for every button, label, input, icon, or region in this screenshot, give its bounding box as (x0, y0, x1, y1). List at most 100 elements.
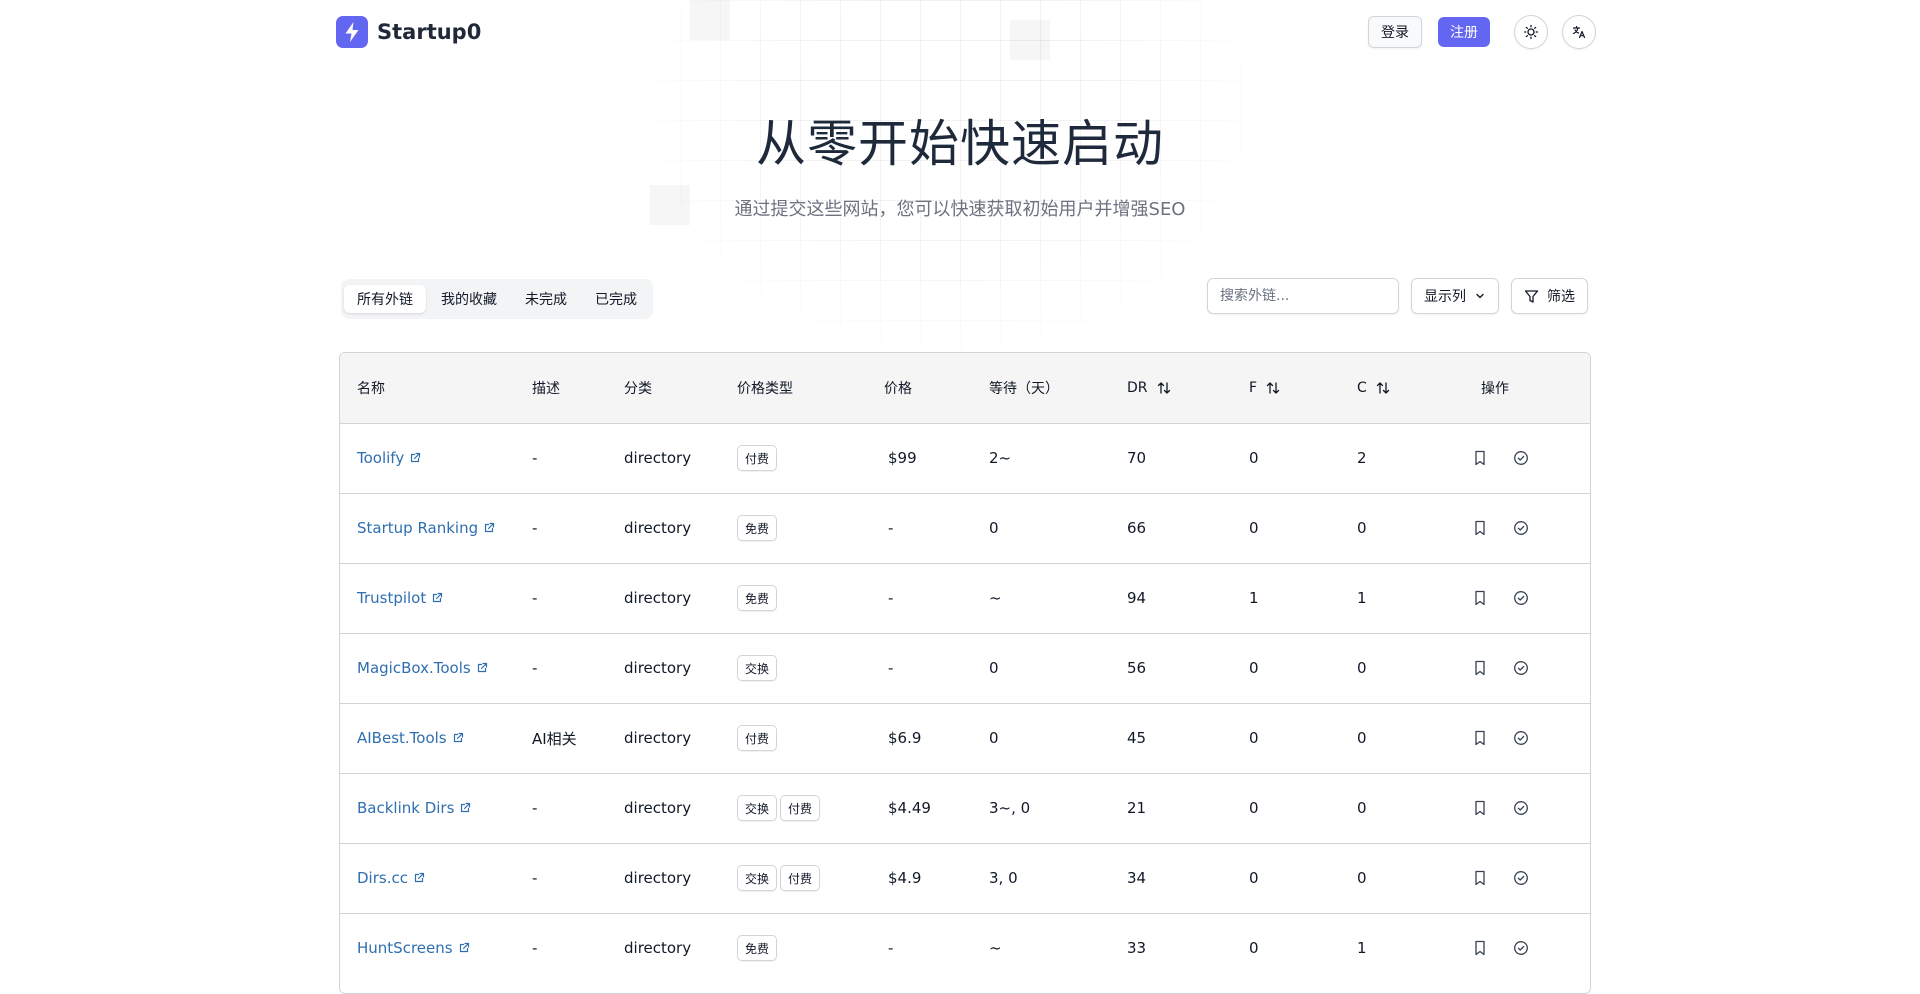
site-link[interactable]: AIBest.Tools (357, 729, 464, 747)
tab-all-links[interactable]: 所有外链 (344, 285, 426, 313)
cell-price-type: 交换 (737, 633, 884, 703)
site-link[interactable]: HuntScreens (357, 939, 470, 957)
brand[interactable]: Startup0 (336, 16, 481, 48)
cell-desc: - (532, 799, 538, 817)
cell-wait: 0 (989, 729, 999, 747)
bookmark-icon[interactable] (1473, 520, 1487, 536)
cell-desc: - (532, 449, 538, 467)
cell-f: 0 (1249, 939, 1259, 958)
tab-completed[interactable]: 已完成 (582, 285, 650, 313)
price-type-badge: 免费 (737, 585, 778, 611)
price-type-badge: 付费 (780, 865, 821, 891)
filter-button[interactable]: 筛选 (1511, 278, 1588, 314)
hero-title: 从零开始快速启动 (756, 115, 1164, 173)
register-button[interactable]: 注册 (1438, 17, 1490, 47)
site-link[interactable]: Backlink Dirs (357, 799, 471, 817)
cell-ops (1457, 493, 1590, 563)
filter-label: 筛选 (1547, 289, 1575, 305)
cell-category: directory (624, 659, 692, 677)
columns-button[interactable]: 显示列 (1411, 278, 1499, 314)
cell-category: directory (624, 729, 692, 747)
cell-price: - (884, 913, 989, 983)
cell-wait: 3, 0 (989, 869, 1018, 887)
bookmark-icon[interactable] (1473, 730, 1487, 746)
site-link[interactable]: MagicBox.Tools (357, 659, 488, 677)
cell-wait: ~ (989, 939, 1002, 958)
bookmark-icon[interactable] (1473, 590, 1487, 606)
check-circle-icon[interactable] (1513, 450, 1529, 466)
cell-dr: 56 (1127, 659, 1147, 677)
header-c-label: C (1357, 379, 1367, 396)
cell-ops (1457, 563, 1590, 633)
site-link[interactable]: Dirs.cc (357, 869, 425, 887)
cell-ops (1457, 703, 1590, 773)
cell-wait: 3~, 0 (989, 799, 1031, 817)
bookmark-icon[interactable] (1473, 450, 1487, 466)
bookmark-icon[interactable] (1473, 800, 1487, 816)
cell-f: 0 (1249, 519, 1259, 537)
site-link[interactable]: Trustpilot (357, 589, 443, 607)
check-circle-icon[interactable] (1513, 800, 1529, 816)
site-name: Dirs.cc (357, 869, 408, 887)
bookmark-icon[interactable] (1473, 940, 1487, 956)
price-value: $4.9 (888, 869, 922, 887)
cell-name: Trustpilot (340, 563, 532, 633)
cell-c: 2 (1357, 449, 1367, 467)
cell-category: directory (624, 939, 692, 958)
table-row: MagicBox.Tools - directory 交换 - 0 56 0 0 (340, 633, 1590, 703)
cell-f: 0 (1249, 449, 1259, 467)
search-input[interactable] (1207, 278, 1399, 314)
header-price-type: 价格类型 (737, 380, 793, 397)
cell-price-type: 免费 (737, 563, 884, 633)
price-type-badge: 付费 (737, 725, 778, 751)
lightning-icon (336, 16, 368, 48)
price-value: - (888, 589, 894, 607)
header-c[interactable]: C (1357, 353, 1457, 423)
cell-price: $4.49 (884, 773, 989, 843)
tab-incomplete[interactable]: 未完成 (512, 285, 580, 313)
cell-dr: 34 (1127, 869, 1147, 887)
site-link[interactable]: Toolify (357, 449, 421, 467)
header-ops: 操作 (1457, 353, 1590, 423)
external-link-icon (433, 592, 443, 603)
price-value: - (888, 939, 894, 958)
external-link-icon (485, 522, 495, 533)
cell-ops (1457, 423, 1590, 493)
sort-icon[interactable] (1265, 380, 1281, 396)
cell-name: HuntScreens (340, 913, 532, 983)
price-type-badge: 交换 (737, 655, 778, 681)
check-circle-icon[interactable] (1513, 590, 1529, 606)
check-circle-icon[interactable] (1513, 940, 1529, 956)
cell-wait: 0 (989, 519, 999, 537)
header-ops-label: 操作 (1481, 380, 1509, 397)
brand-name: Startup0 (377, 20, 482, 44)
cell-desc: - (532, 659, 538, 677)
cell-dr: 66 (1127, 519, 1147, 537)
sort-icon[interactable] (1156, 380, 1172, 396)
external-link-icon (477, 662, 487, 673)
sort-icon[interactable] (1375, 380, 1391, 396)
cell-f: 0 (1249, 729, 1259, 747)
check-circle-icon[interactable] (1513, 870, 1529, 886)
theme-toggle-button[interactable] (1514, 15, 1548, 49)
price-value: $99 (888, 449, 917, 467)
site-name: Trustpilot (357, 589, 427, 607)
bookmark-icon[interactable] (1473, 660, 1487, 676)
tab-favorites[interactable]: 我的收藏 (428, 285, 510, 313)
check-circle-icon[interactable] (1513, 520, 1529, 536)
header-f[interactable]: F (1249, 353, 1357, 423)
cell-price: $99 (884, 423, 989, 493)
price-type-badge: 免费 (737, 515, 778, 541)
header-dr[interactable]: DR (1127, 353, 1249, 423)
cell-dr: 70 (1127, 449, 1147, 467)
bookmark-icon[interactable] (1473, 870, 1487, 886)
check-circle-icon[interactable] (1513, 660, 1529, 676)
cell-ops (1457, 633, 1590, 703)
check-circle-icon[interactable] (1513, 730, 1529, 746)
login-button[interactable]: 登录 (1368, 16, 1422, 48)
language-button[interactable] (1562, 15, 1596, 49)
site-link[interactable]: Startup Ranking (357, 519, 495, 537)
table-row: Trustpilot - directory 免费 - ~ 94 1 1 (340, 563, 1590, 633)
cell-price-type: 免费 (737, 493, 884, 563)
table-row: Startup Ranking - directory 免费 - 0 66 0 … (340, 493, 1590, 563)
